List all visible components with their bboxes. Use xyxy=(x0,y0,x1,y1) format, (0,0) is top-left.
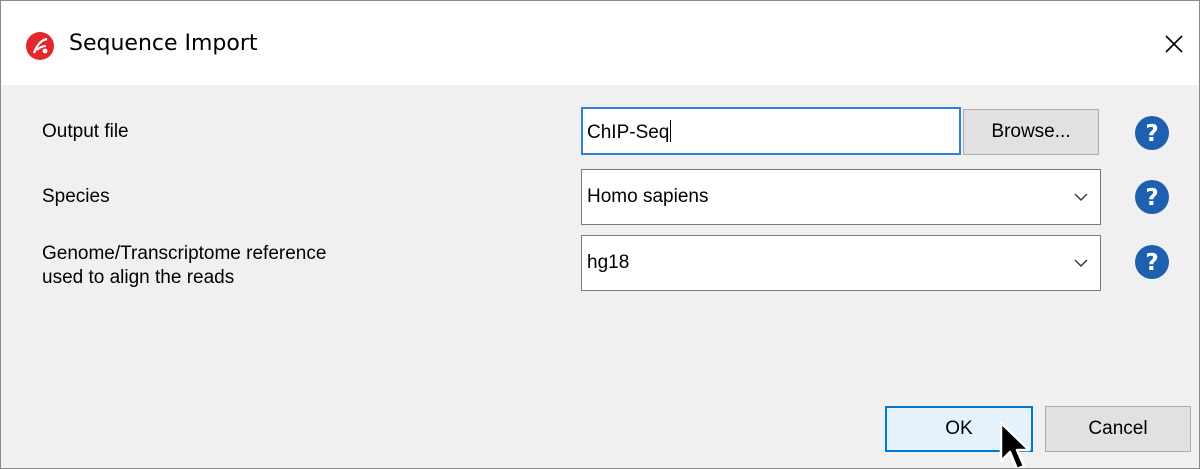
reference-label-line1: Genome/Transcriptome reference xyxy=(42,243,327,264)
svg-text:?: ? xyxy=(1145,250,1158,276)
output-file-label: Output file xyxy=(42,121,129,142)
question-circle-icon[interactable]: ? xyxy=(1134,244,1170,280)
reference-select[interactable]: hg18 xyxy=(581,235,1101,291)
output-file-value: ChIP-Seq xyxy=(587,122,670,143)
chevron-down-icon xyxy=(1074,193,1088,201)
sequence-import-dialog: Sequence Import Output file ChIP-Seq Bro… xyxy=(0,0,1200,469)
reference-label-line2: used to align the reads xyxy=(42,267,235,288)
title-bar: Sequence Import xyxy=(1,1,1199,85)
question-circle-icon[interactable]: ? xyxy=(1134,179,1170,215)
species-value: Homo sapiens xyxy=(587,186,709,207)
output-file-input[interactable]: ChIP-Seq xyxy=(581,107,961,155)
dialog-title: Sequence Import xyxy=(69,31,258,56)
close-icon xyxy=(1165,35,1183,53)
cancel-button[interactable]: Cancel xyxy=(1045,406,1191,452)
text-caret xyxy=(670,120,672,142)
chevron-down-icon xyxy=(1074,259,1088,267)
species-select[interactable]: Homo sapiens xyxy=(581,169,1101,225)
svg-text:?: ? xyxy=(1145,121,1158,147)
question-circle-icon[interactable]: ? xyxy=(1134,115,1170,151)
svg-text:?: ? xyxy=(1145,185,1158,211)
partek-logo-icon xyxy=(26,32,54,60)
mouse-cursor-icon xyxy=(999,421,1031,468)
reference-label: Genome/Transcriptome reference used to a… xyxy=(42,242,326,290)
reference-value: hg18 xyxy=(587,252,630,273)
species-label: Species xyxy=(42,186,110,207)
browse-button[interactable]: Browse... xyxy=(963,109,1099,155)
close-button[interactable] xyxy=(1151,19,1197,69)
